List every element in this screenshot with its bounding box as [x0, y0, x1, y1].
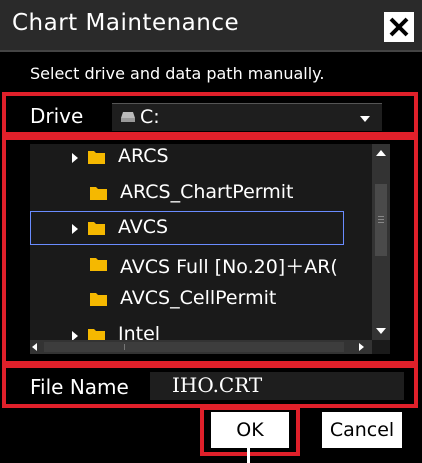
grip-line — [378, 222, 384, 223]
expand-arrow-icon[interactable] — [72, 224, 78, 234]
folder-icon — [90, 293, 107, 306]
filename-value: IHO.CRT — [172, 373, 263, 397]
folder-label: Intel — [118, 322, 161, 341]
folder-label: AVCS — [118, 216, 169, 238]
folder-label: ARCS_ChartPermit — [120, 180, 294, 203]
scroll-down-arrow-icon[interactable] — [372, 322, 390, 340]
grip-line — [378, 216, 384, 217]
expand-arrow-icon[interactable] — [72, 330, 78, 340]
folder-item[interactable]: AVCS Full [No.20]＋AR( — [30, 247, 370, 283]
drive-select[interactable]: C: — [112, 103, 382, 131]
cancel-button[interactable]: Cancel — [322, 412, 402, 448]
chart-maintenance-dialog: Chart Maintenance Select drive and data … — [0, 0, 422, 463]
folder-tree-list: ARCS ARCS_ChartPermit AVCS AVCS Full [No.20… — [30, 144, 374, 340]
chevron-down-icon[interactable] — [360, 116, 370, 122]
folder-tree[interactable]: ARCS ARCS_ChartPermit AVCS AVCS Full [No.20… — [30, 144, 390, 354]
drive-value: C: — [140, 106, 160, 128]
folder-label: AVCS Full [No.20]＋AR( — [120, 255, 338, 278]
scroll-right-arrow-icon[interactable] — [359, 343, 364, 351]
window-title: Chart Maintenance — [12, 10, 240, 36]
scroll-left-arrow-icon[interactable] — [32, 343, 37, 351]
folder-icon — [88, 222, 105, 235]
vertical-scrollbar[interactable] — [372, 144, 390, 340]
horizontal-scrollbar[interactable] — [30, 340, 372, 354]
scroll-up-arrow-icon[interactable] — [372, 144, 390, 162]
folder-icon — [88, 328, 105, 340]
folder-label: ARCS — [118, 145, 169, 167]
folder-item[interactable]: Intel — [30, 318, 370, 341]
ok-button[interactable]: OK — [211, 412, 289, 448]
folder-icon — [90, 257, 107, 271]
drive-icon — [121, 112, 135, 122]
close-icon — [389, 17, 409, 37]
folder-item[interactable]: AVCS_CellPermit — [30, 282, 370, 318]
folder-label: AVCS_CellPermit — [120, 287, 277, 309]
filename-label: File Name — [30, 375, 129, 399]
folder-item[interactable]: ARCS_ChartPermit — [30, 176, 370, 212]
folder-item[interactable]: ARCS — [30, 144, 370, 176]
callout-line — [247, 448, 250, 463]
folder-item[interactable]: AVCS — [30, 211, 370, 247]
title-bar: Chart Maintenance — [0, 0, 422, 52]
filename-input[interactable]: IHO.CRT — [150, 372, 404, 400]
instruction-text: Select drive and data path manually. — [30, 64, 325, 83]
grip-line — [378, 219, 384, 220]
horizontal-scroll-thumb[interactable] — [44, 342, 344, 352]
folder-icon — [90, 186, 107, 200]
expand-arrow-icon[interactable] — [72, 153, 78, 163]
folder-icon — [88, 151, 105, 164]
vertical-scroll-thumb[interactable] — [375, 184, 387, 256]
grip-line — [124, 344, 125, 350]
drive-label: Drive — [30, 104, 84, 128]
close-button[interactable] — [384, 12, 414, 42]
